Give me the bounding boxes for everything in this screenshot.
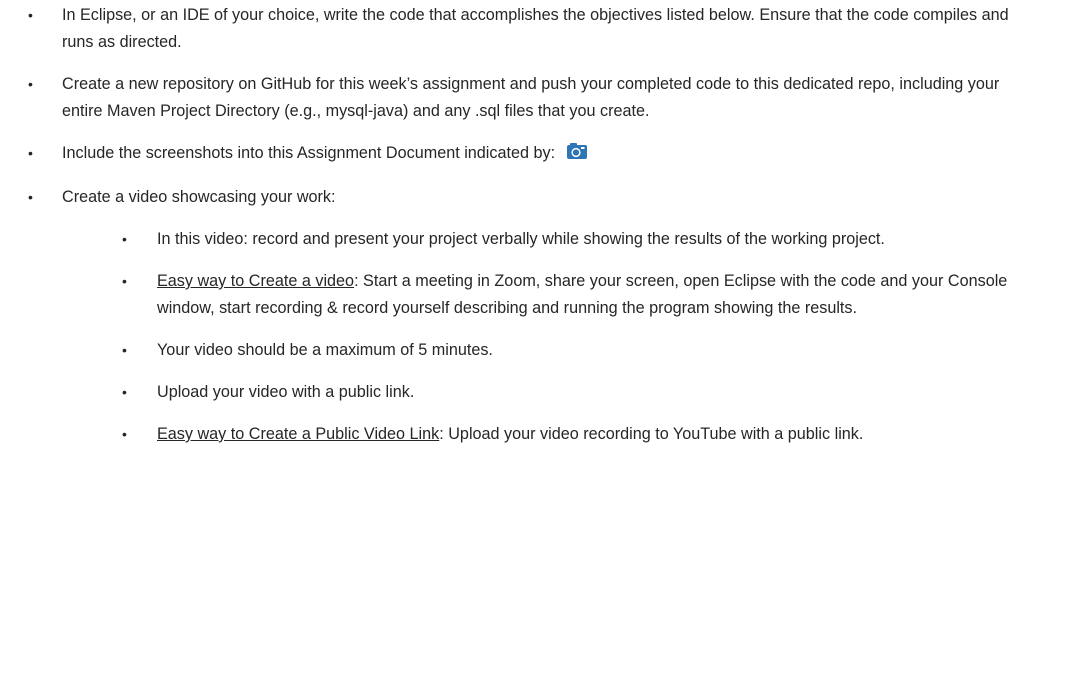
bullet: • [28, 7, 33, 23]
camera-icon [566, 142, 588, 169]
list-item: • Create a video showcasing your work: •… [0, 184, 1042, 448]
bullet: • [122, 426, 127, 442]
list-item: • Include the screenshots into this Assi… [0, 140, 1042, 169]
item-text: Create a new repository on GitHub for th… [62, 75, 1000, 120]
bullet: • [122, 384, 127, 400]
bullet: • [122, 273, 127, 289]
item-text: In Eclipse, or an IDE of your choice, wr… [62, 6, 1009, 51]
bullet: • [28, 76, 33, 92]
sub-item-heading: Easy way to Create a Public Video Link [157, 425, 440, 443]
item-text: Create a video showcasing your work: [62, 188, 336, 206]
sub-list-item: • Upload your video with a public link. [0, 379, 1057, 406]
sub-item-text: Your video should be a maximum of 5 minu… [157, 341, 493, 359]
sub-item-text: In this video: record and present your p… [157, 230, 885, 248]
sub-list-item: • Easy way to Create a Public Video Link… [0, 421, 1057, 448]
assignment-document: • In Eclipse, or an IDE of your choice, … [0, 2, 1070, 463]
sub-list-item: • Your video should be a maximum of 5 mi… [0, 337, 1057, 364]
video-sublist: • In this video: record and present your… [62, 226, 1042, 448]
bullet: • [122, 342, 127, 358]
list-item: • In Eclipse, or an IDE of your choice, … [0, 2, 1042, 56]
sub-item-text: : Upload your video recording to YouTube… [439, 425, 864, 443]
item-text: Include the screenshots into this Assign… [62, 144, 556, 162]
list-item: • Create a new repository on GitHub for … [0, 71, 1042, 125]
sub-list-item: • In this video: record and present your… [0, 226, 1057, 253]
sub-list-item: • Easy way to Create a video: Start a me… [0, 268, 1057, 322]
bullet: • [122, 231, 127, 247]
bullet: • [28, 145, 33, 161]
bullet: • [28, 189, 33, 205]
sub-item-heading: Easy way to Create a video [157, 272, 355, 290]
sub-item-text: Upload your video with a public link. [157, 383, 415, 401]
